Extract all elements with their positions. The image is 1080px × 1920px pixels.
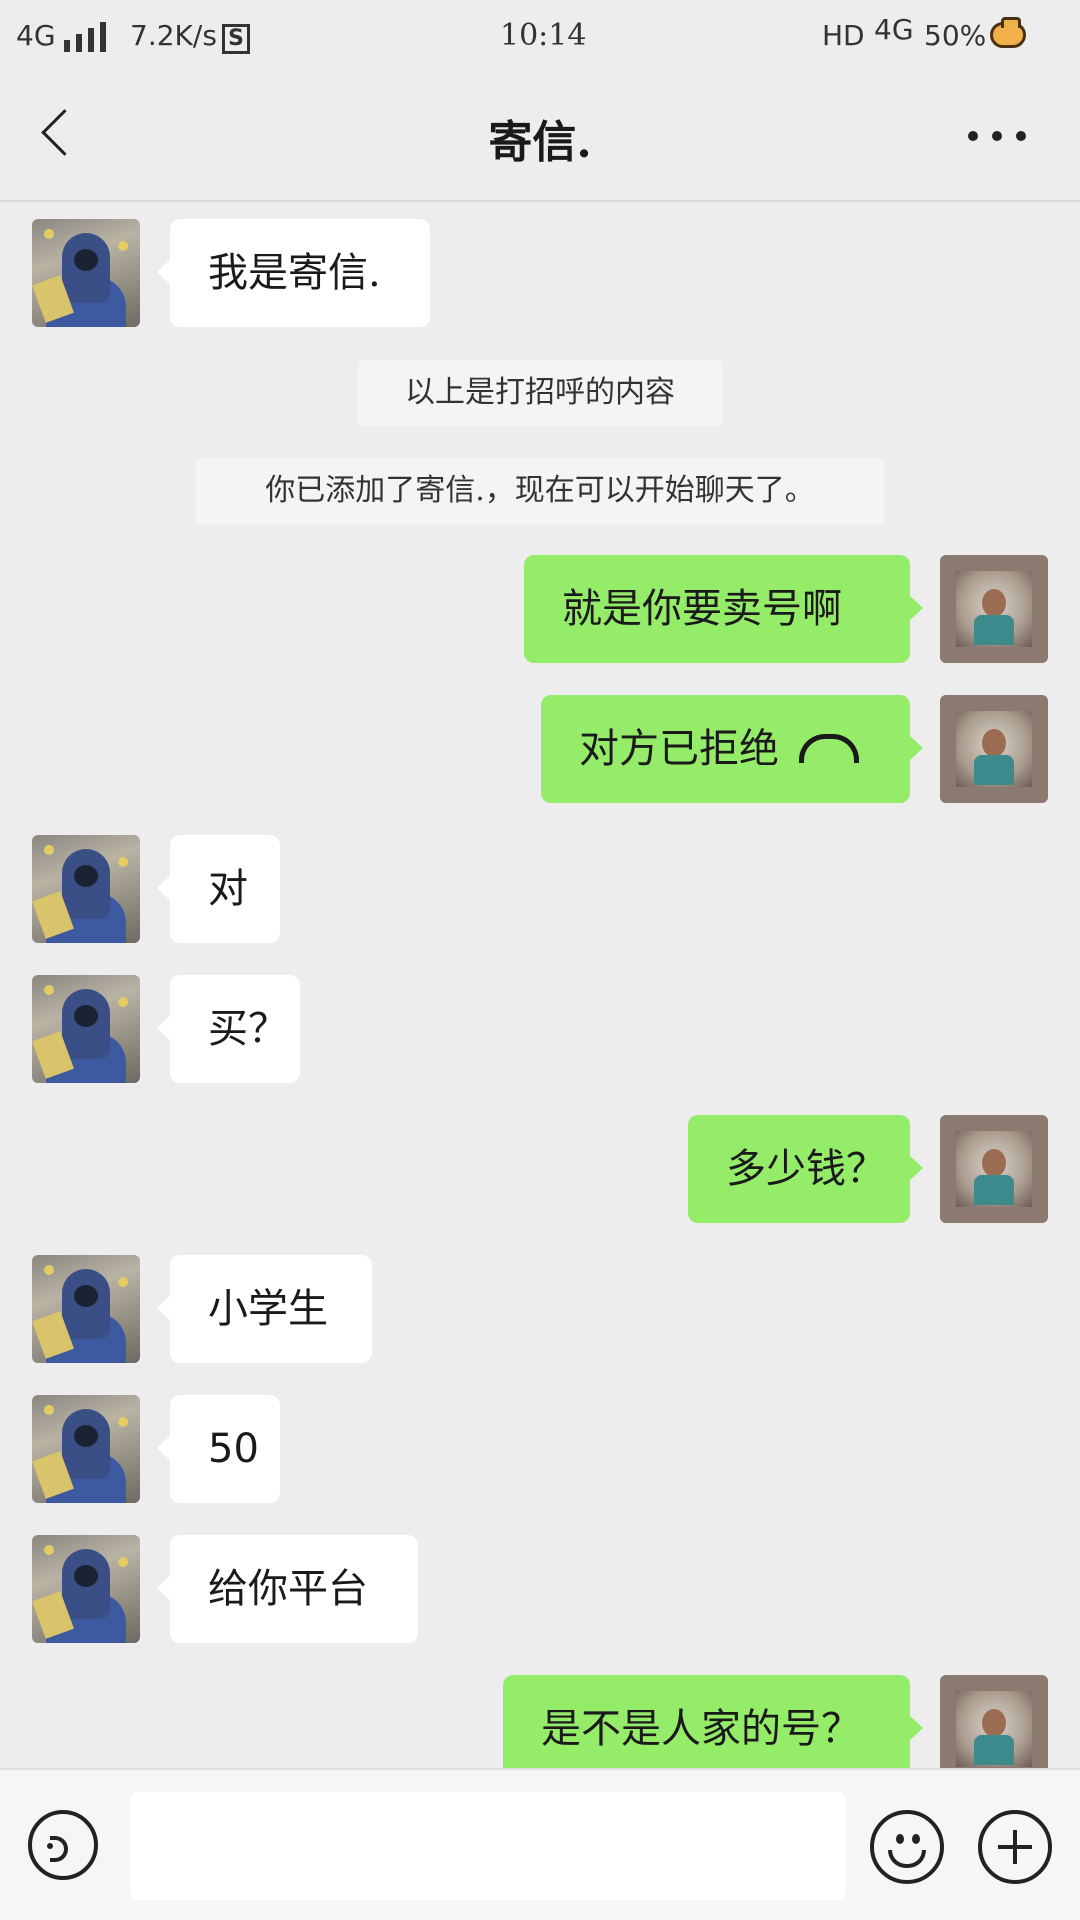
network-label: 4G xyxy=(16,19,56,52)
network-speed: 7.2K/s xyxy=(130,19,217,52)
call-declined-text: 对方已拒绝 xyxy=(579,726,779,772)
friend-avatar[interactable] xyxy=(32,1255,140,1363)
s-app-icon: S xyxy=(222,24,250,54)
voice-icon[interactable] xyxy=(28,1810,98,1880)
input-bar xyxy=(0,1768,1080,1920)
status-bar: 4G 7.2K/s S 10:14 HD 4G 50% xyxy=(0,0,1080,76)
plus-icon[interactable] xyxy=(978,1810,1052,1884)
my-avatar[interactable] xyxy=(940,695,1048,803)
message-bubble-incoming[interactable]: 对 xyxy=(157,835,280,943)
system-message: 以上是打招呼的内容 xyxy=(358,360,722,426)
message-bubble-incoming[interactable]: 小学生 xyxy=(157,1255,372,1363)
chat-header: 寄信. xyxy=(0,76,1080,202)
message-list[interactable]: 我是寄信. 以上是打招呼的内容 你已添加了寄信.，现在可以开始聊天了。 就是你要… xyxy=(0,202,1080,1768)
message-bubble-incoming[interactable]: 买？ xyxy=(157,975,300,1083)
message-bubble-outgoing[interactable]: 多少钱？ xyxy=(688,1115,923,1223)
message-bubble-incoming[interactable]: 50 xyxy=(157,1395,280,1503)
network-right-label: 4G xyxy=(874,13,914,46)
friend-avatar[interactable] xyxy=(32,1395,140,1503)
my-avatar[interactable] xyxy=(940,555,1048,663)
more-icon[interactable] xyxy=(968,131,1028,147)
battery-percent: 50% xyxy=(924,19,987,52)
message-bubble-outgoing[interactable]: 就是你要卖号啊 xyxy=(524,555,923,663)
message-bubble-incoming[interactable]: 我是寄信. xyxy=(157,219,430,327)
message-input[interactable] xyxy=(130,1792,846,1900)
my-avatar[interactable] xyxy=(940,1675,1048,1768)
signal-icon xyxy=(64,20,112,52)
hd-label: HD xyxy=(822,19,865,52)
chat-title: 寄信. xyxy=(488,117,592,168)
phone-hangup-icon xyxy=(799,733,859,763)
message-bubble-incoming[interactable]: 给你平台 xyxy=(157,1535,418,1643)
call-declined-bubble[interactable]: 对方已拒绝 xyxy=(541,695,923,803)
my-avatar[interactable] xyxy=(940,1115,1048,1223)
battery-icon xyxy=(990,17,1026,48)
friend-avatar[interactable] xyxy=(32,835,140,943)
system-message: 你已添加了寄信.，现在可以开始聊天了。 xyxy=(196,458,884,524)
friend-avatar[interactable] xyxy=(32,975,140,1083)
emoji-icon[interactable] xyxy=(870,1810,944,1884)
friend-avatar[interactable] xyxy=(32,219,140,327)
message-bubble-outgoing[interactable]: 是不是人家的号？ xyxy=(503,1675,923,1768)
friend-avatar[interactable] xyxy=(32,1535,140,1643)
status-time: 10:14 xyxy=(500,18,587,53)
